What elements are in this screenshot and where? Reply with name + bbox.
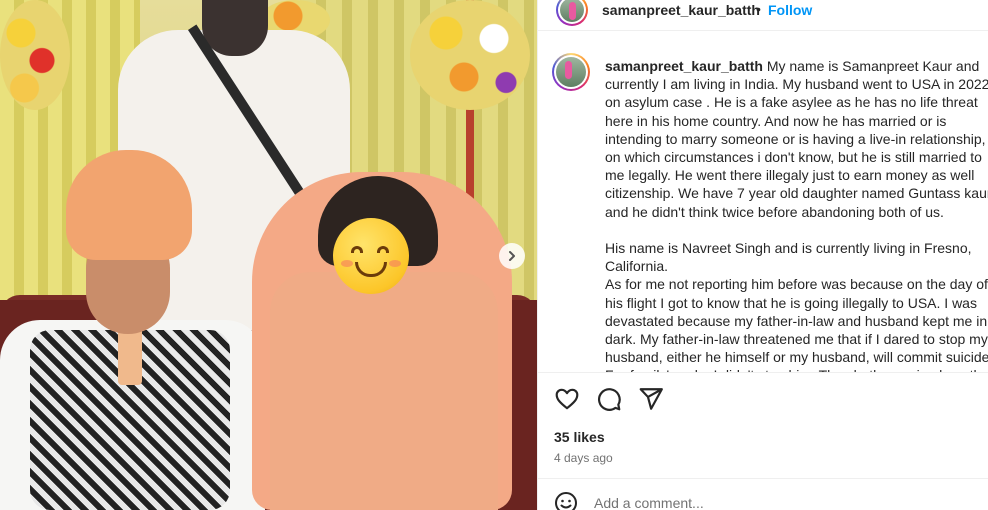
comment-icon[interactable] — [596, 386, 622, 412]
caption-text: samanpreet_kaur_batth My name is Samanpr… — [605, 57, 988, 372]
divider — [538, 372, 988, 373]
likes-count[interactable]: 35 likes — [554, 429, 605, 445]
post-photo[interactable] — [0, 0, 537, 510]
caption-scroll-area[interactable]: samanpreet_kaur_batth My name is Samanpr… — [538, 31, 988, 372]
groom — [0, 150, 265, 510]
author-avatar[interactable] — [556, 0, 588, 26]
carousel-next-button[interactable] — [499, 243, 525, 269]
post-header: samanpreet_kaur_batth • Follow — [538, 0, 988, 27]
caption-avatar[interactable] — [552, 53, 590, 91]
chevron-right-icon — [509, 251, 515, 261]
emoji-icon[interactable] — [554, 491, 578, 510]
post-timestamp[interactable]: 4 days ago — [554, 451, 613, 465]
comment-input[interactable] — [594, 495, 894, 510]
flower-garland-left — [0, 0, 70, 110]
heart-icon[interactable] — [554, 386, 580, 412]
share-icon[interactable] — [638, 386, 664, 412]
follow-button[interactable]: Follow — [768, 2, 812, 18]
face-cover-emoji — [333, 218, 409, 294]
header-separator: • — [756, 1, 761, 17]
action-bar — [554, 386, 664, 414]
author-username[interactable]: samanpreet_kaur_batth — [602, 2, 760, 18]
divider — [538, 478, 988, 479]
caption-username[interactable]: samanpreet_kaur_batth — [605, 58, 763, 74]
post-side-panel: samanpreet_kaur_batth • Follow samanpree… — [537, 0, 988, 510]
caption-body: My name is Samanpreet Kaur and currently… — [605, 58, 988, 372]
add-comment-row — [554, 490, 974, 510]
flower-garland-right — [410, 0, 530, 110]
